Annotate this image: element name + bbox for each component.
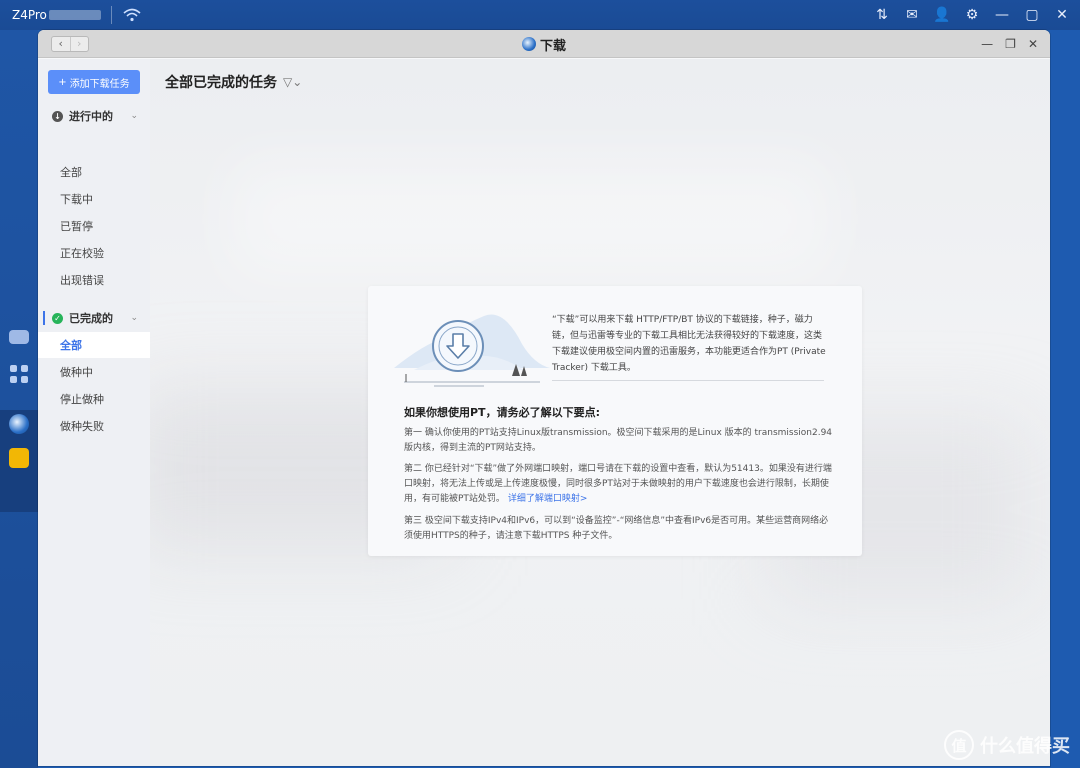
divider <box>110 6 112 24</box>
divider <box>552 380 824 381</box>
site-watermark: 值 什么值得买 <box>944 730 1070 760</box>
section-in-progress[interactable]: ↓ 进行中的 ⌄ <box>52 107 144 125</box>
os-top-bar: Z4Pro ⇅ ✉ 👤 ⚙ — ▢ ✕ <box>0 0 1080 30</box>
download-circle-icon: ↓ <box>52 110 63 122</box>
window-close-button[interactable]: ✕ <box>1028 37 1038 51</box>
sidebar-item-seeding[interactable]: 做种中 <box>38 359 150 385</box>
os-dock <box>0 30 38 768</box>
pt-notice-point-1: 第一 确认你使用的PT站支持Linux版transmission。极空间下载采用… <box>404 428 833 453</box>
mail-icon[interactable]: ✉ <box>904 7 920 23</box>
pt-notice-heading: 如果你想使用PT，请务必了解以下要点: <box>404 406 600 419</box>
sidebar-item-all-in-progress[interactable]: 全部 <box>38 159 150 185</box>
watermark-text: 什么值得买 <box>980 736 1070 757</box>
pt-notice-point-2: 第二 你已经针对“下载”做了外网端口映射，端口号请在下载的设置中查看，默认为51… <box>404 462 834 507</box>
sidebar-item-paused[interactable]: 已暂停 <box>38 213 150 239</box>
window-minimize-button[interactable]: — <box>981 37 993 51</box>
back-button[interactable]: ‹ <box>52 37 70 51</box>
sidebar-item-all-completed[interactable]: 全部 <box>38 332 150 358</box>
maximize-icon[interactable]: ▢ <box>1024 7 1040 23</box>
watermark-logo-icon: 值 <box>944 730 974 760</box>
add-download-task-label: 添加下载任务 <box>69 78 130 90</box>
download-intro-text: “下载”可以用来下载 HTTP/FTP/BT 协议的下载链接，种子，磁力链，但与… <box>552 315 826 373</box>
user-icon[interactable]: 👤 <box>933 7 950 23</box>
minimize-icon[interactable]: — <box>994 7 1010 23</box>
sidebar-item-seeding-failed[interactable]: 做种失败 <box>38 413 150 439</box>
section-completed-label: 已完成的 <box>69 312 113 325</box>
sidebar-item-verifying[interactable]: 正在校验 <box>38 240 150 266</box>
nav-buttons: ‹ › <box>51 35 89 52</box>
window-restore-button[interactable]: ❐ <box>1005 37 1016 51</box>
gear-icon[interactable]: ⚙ <box>964 7 980 23</box>
title-bar: ‹ › 下载 — ❐ ✕ <box>38 30 1050 58</box>
chevron-down-icon: ⌄ <box>130 313 138 323</box>
main-content: 全部已完成的任务 ▽⌄ “下载”可以用来下载 HTTP/FTP/BT 协议的下载… <box>150 59 1050 766</box>
pt-notice-point-3: 第三 极空间下载支持IPv4和IPv6，可以到“设备监控”-“网络信息”中查看I… <box>404 516 829 541</box>
sidebar-item-error[interactable]: 出现错误 <box>38 267 150 293</box>
download-app-icon[interactable] <box>9 414 29 434</box>
transfer-icon[interactable]: ⇅ <box>874 7 890 23</box>
close-icon[interactable]: ✕ <box>1054 7 1070 23</box>
pt-notice-point-2-text: 第二 你已经针对“下载”做了外网端口映射，端口号请在下载的设置中查看，默认为51… <box>404 464 832 504</box>
plus-icon: + <box>58 76 67 88</box>
page-header: 全部已完成的任务 ▽⌄ <box>165 72 302 92</box>
window-title: 下载 <box>539 38 566 54</box>
download-window: ‹ › 下载 — ❐ ✕ + 添加下载任务 ↓ 进行中的 ⌄ 全部 下载中 已暂… <box>38 30 1050 766</box>
background-blur <box>230 159 830 279</box>
wifi-icon[interactable] <box>122 6 142 24</box>
sidebar-item-downloading[interactable]: 下载中 <box>38 186 150 212</box>
apps-grid-icon[interactable] <box>9 364 29 384</box>
download-app-icon <box>521 37 536 51</box>
forward-button[interactable]: › <box>69 36 89 51</box>
device-name-redacted <box>48 10 101 20</box>
sidebar: + 添加下载任务 ↓ 进行中的 ⌄ 全部 下载中 已暂停 正在校验 出现错误 ✓… <box>38 59 150 766</box>
check-circle-icon: ✓ <box>52 312 63 324</box>
section-active-indicator <box>43 311 45 325</box>
download-illustration-icon <box>394 314 550 387</box>
page-title: 全部已完成的任务 <box>165 75 277 91</box>
notes-app-icon[interactable] <box>9 448 29 468</box>
sidebar-item-stopped-seeding[interactable]: 停止做种 <box>38 386 150 412</box>
chevron-down-icon: ⌄ <box>130 111 138 121</box>
section-completed[interactable]: ✓ 已完成的 ⌄ <box>52 309 144 327</box>
device-name-label: Z4Pro <box>12 8 47 22</box>
port-mapping-link[interactable]: 详细了解端口映射> <box>508 494 588 504</box>
device-name[interactable]: Z4Pro <box>12 8 101 22</box>
laptop-icon[interactable] <box>9 330 29 344</box>
pt-info-card: “下载”可以用来下载 HTTP/FTP/BT 协议的下载链接，种子，磁力链，但与… <box>368 286 862 556</box>
section-in-progress-label: 进行中的 <box>69 110 113 123</box>
filter-icon[interactable]: ▽⌄ <box>283 75 302 89</box>
add-download-task-button[interactable]: + 添加下载任务 <box>48 70 140 94</box>
